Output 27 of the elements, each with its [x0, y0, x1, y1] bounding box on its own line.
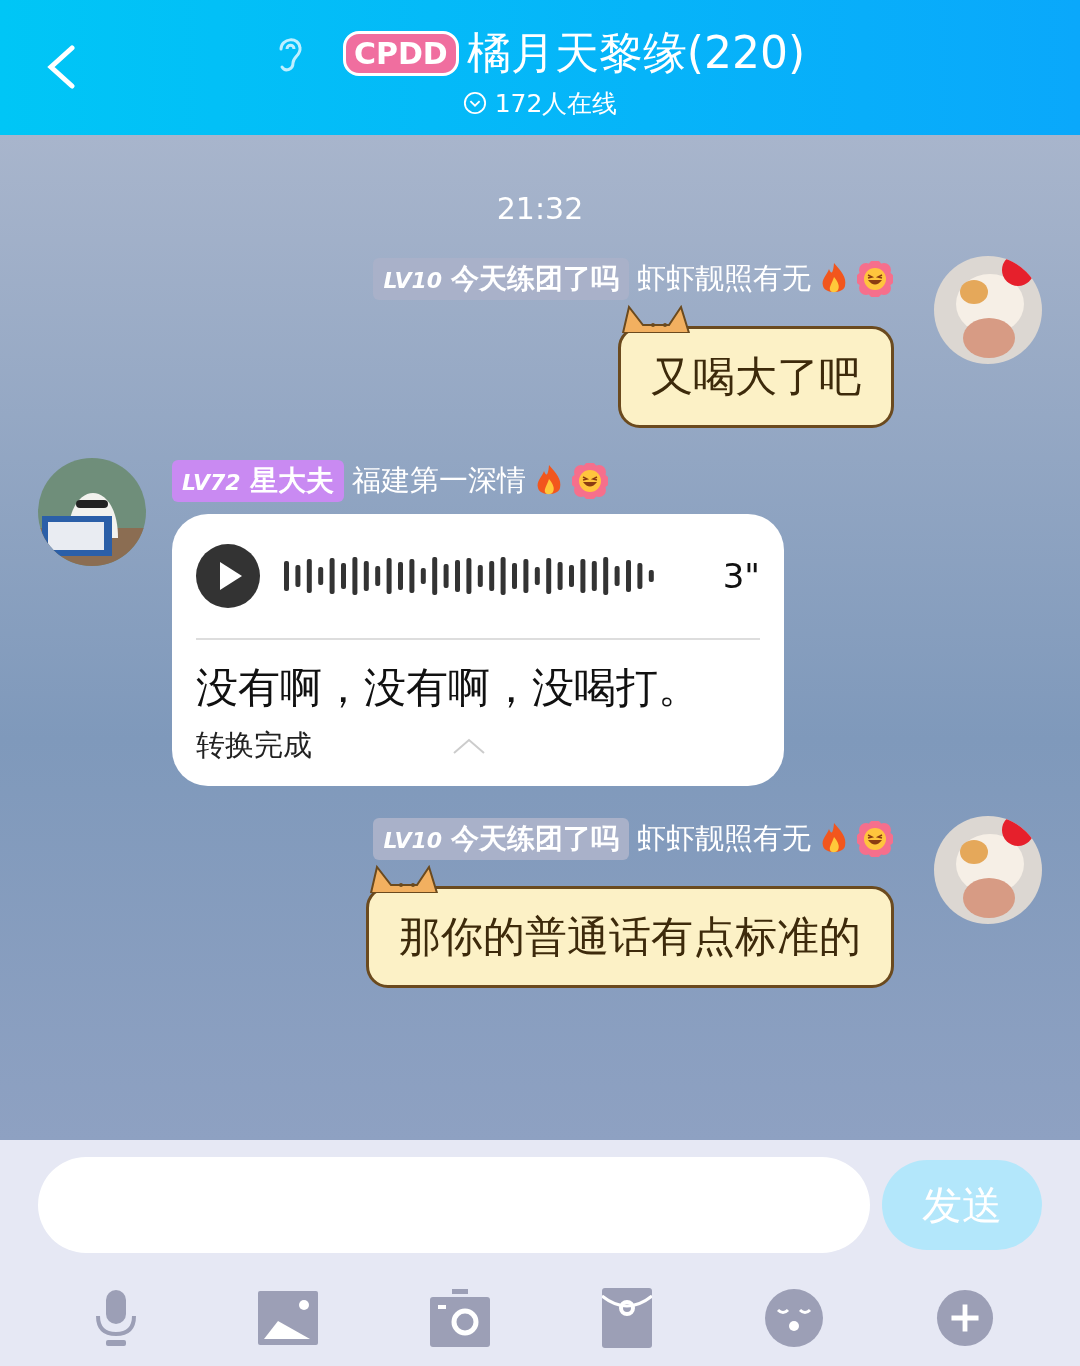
sender-name: 福建第一深情 [351, 462, 526, 499]
plus-icon[interactable] [936, 1289, 994, 1347]
level-badge: LV10 今天练团了吗 [373, 818, 629, 860]
timestamp: 21:32 [496, 191, 584, 226]
voice-duration: 3" [722, 556, 760, 596]
chevron-down-icon[interactable] [462, 91, 487, 115]
smiley-icon [857, 821, 893, 857]
smiley-icon [571, 463, 608, 499]
conversion-status: 转换完成 [196, 727, 312, 764]
group-title: 橘月天黎缘(220) [466, 25, 806, 80]
logo: CPDD [342, 30, 459, 76]
message-text: 那你的普通话有点标准的 [399, 912, 861, 961]
sender-name: 虾虾靓照有无 [637, 820, 811, 857]
back-icon[interactable] [46, 45, 76, 89]
level-badge: LV72 星大夫 [172, 460, 344, 502]
envelope-icon[interactable] [602, 1288, 652, 1348]
play-icon[interactable] [196, 544, 260, 608]
image-icon[interactable] [258, 1291, 318, 1345]
smiley-icon [857, 261, 893, 297]
level-badge: LV10 今天练团了吗 [373, 258, 629, 300]
sender-name: 虾虾靓照有无 [637, 260, 811, 297]
message-text: 又喝大了吧 [651, 352, 861, 401]
collapse-icon[interactable] [452, 737, 486, 755]
face-icon[interactable] [764, 1288, 824, 1348]
transcript-text: 没有啊，没有啊，没喝打。 [196, 662, 701, 714]
camera-icon[interactable] [430, 1289, 490, 1347]
online-count: 172人在线 [494, 87, 618, 120]
